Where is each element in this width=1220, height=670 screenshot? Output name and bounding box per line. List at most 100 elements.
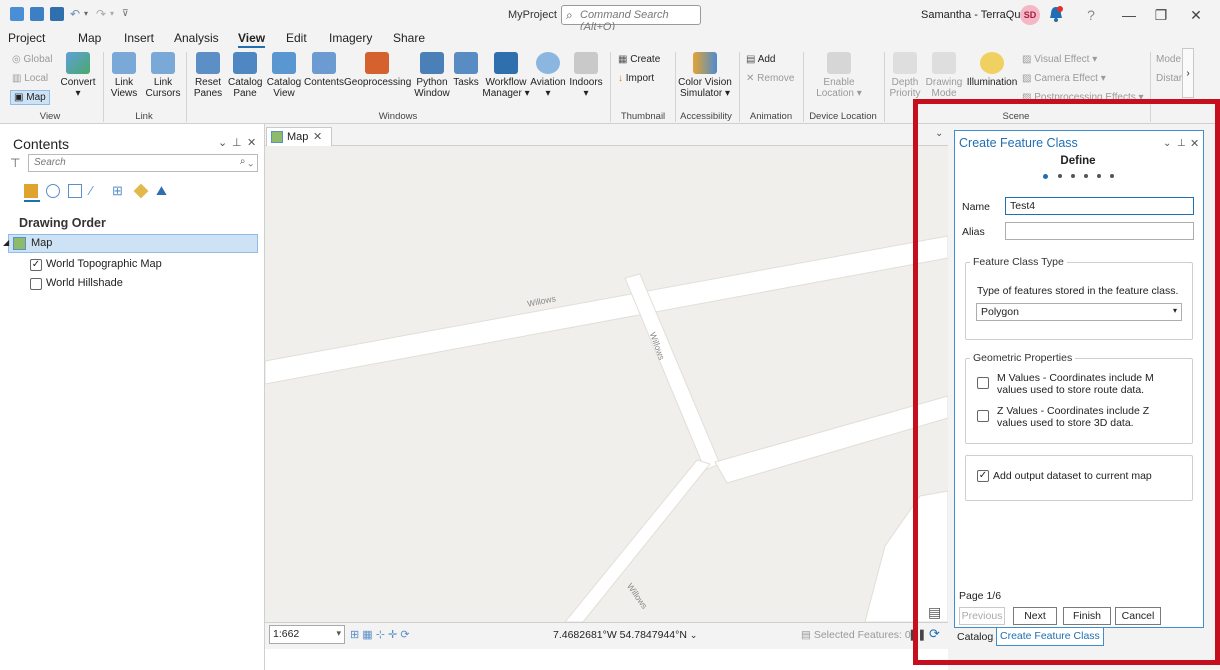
layer-visibility-checkbox[interactable]: ✓	[30, 259, 42, 271]
undo-icon[interactable]: ↶	[70, 7, 80, 21]
camera-effect-icon: ▨	[1022, 73, 1032, 84]
map-canvas[interactable]: Willows Willows Willows	[265, 146, 948, 622]
list-by-perspective-icon[interactable]: ⛰	[156, 184, 170, 198]
import-thumbnail-button[interactable]: ↓ Import	[618, 73, 654, 84]
selected-features-status[interactable]: ▤ Selected Features: 0	[801, 629, 911, 641]
new-project-icon[interactable]	[10, 7, 24, 21]
tab-map[interactable]: Map	[78, 31, 101, 45]
collapse-icon[interactable]: ◢	[3, 238, 9, 247]
user-name[interactable]: Samantha - TerraQuest	[921, 9, 1035, 21]
list-by-editing-icon[interactable]: ⁄	[90, 184, 104, 198]
tab-project[interactable]: Project	[8, 31, 45, 45]
list-by-drawing-order-icon[interactable]	[24, 184, 38, 198]
globe-icon: ◎	[12, 54, 21, 65]
convert-button[interactable]: Convert ▾	[58, 52, 98, 99]
mode-button[interactable]: Mode	[1156, 54, 1181, 65]
table-icon[interactable]: ▦	[362, 629, 372, 641]
group-label-animation: Animation	[749, 111, 793, 122]
layer-visibility-checkbox[interactable]	[30, 278, 42, 290]
filter-icon[interactable]: ⊤	[10, 156, 20, 170]
local-scene-icon: ▥	[12, 73, 22, 84]
tab-analysis[interactable]: Analysis	[174, 31, 219, 45]
coordinate-readout[interactable]: 7.4682681°W 54.7847944°N ⌄	[553, 629, 697, 641]
map-view-button[interactable]: ▣ Map	[10, 90, 50, 105]
tab-insert[interactable]: Insert	[124, 31, 154, 45]
save-project-icon[interactable]	[50, 7, 64, 21]
tab-edit[interactable]: Edit	[286, 31, 307, 45]
ribbon-scroll-right[interactable]: ›	[1182, 48, 1194, 98]
list-by-selection-icon[interactable]	[68, 184, 82, 198]
redo-dropdown-icon[interactable]: ▾	[110, 9, 114, 18]
open-project-icon[interactable]	[30, 7, 44, 21]
depth-priority-button[interactable]: Depth Priority	[888, 52, 922, 99]
pane-options-icon[interactable]: ⌄	[218, 136, 227, 149]
highlight-frame	[913, 99, 1220, 665]
link-views-button[interactable]: Link Views	[106, 52, 142, 99]
catalog-pane-button[interactable]: Catalog Pane	[228, 52, 262, 99]
list-by-source-icon[interactable]	[46, 184, 60, 198]
close-pane-icon[interactable]: ✕	[247, 136, 256, 149]
avatar[interactable]: SD	[1020, 5, 1040, 25]
remove-animation-button[interactable]: ✕ Remove	[746, 73, 794, 84]
list-by-snapping-icon[interactable]: ⊞	[112, 184, 126, 198]
minimize-button[interactable]: —	[1118, 5, 1140, 25]
crosshair-icon[interactable]: ✛	[388, 629, 397, 641]
list-by-labeling-icon[interactable]	[133, 183, 149, 199]
geoprocessing-button[interactable]: Geoprocessing	[344, 52, 412, 88]
illumination-button[interactable]: Illumination	[964, 52, 1020, 88]
python-window-button[interactable]: Python Window	[412, 52, 452, 99]
global-button[interactable]: ◎ Global	[12, 54, 52, 65]
add-animation-button[interactable]: ▤ Add	[746, 54, 775, 65]
undo-dropdown-icon[interactable]: ▾	[84, 9, 88, 18]
enable-location-button[interactable]: Enable Location ▾	[814, 52, 864, 99]
tab-share[interactable]: Share	[393, 31, 425, 45]
catalog-view-button[interactable]: Catalog View	[264, 52, 304, 99]
tab-imagery[interactable]: Imagery	[329, 31, 372, 45]
link-cursors-button[interactable]: Link Cursors	[144, 52, 182, 99]
illumination-label: Illumination	[966, 77, 1018, 88]
tasks-button[interactable]: Tasks	[452, 52, 480, 88]
command-search-input[interactable]: ⌕ Command Search (Alt+Q)	[561, 5, 701, 33]
geoprocessing-label: Geoprocessing	[344, 77, 412, 88]
contents-search-placeholder: Search	[34, 157, 66, 168]
customize-toolbar-icon[interactable]: ⊽	[122, 8, 129, 19]
aviation-button[interactable]: Aviation ▾	[530, 52, 566, 99]
help-icon[interactable]: ?	[1080, 5, 1102, 25]
contents-search-input[interactable]: Search ⌕ ⌄	[28, 154, 258, 172]
camera-effect-button[interactable]: ▨ Camera Effect ▾	[1022, 73, 1106, 84]
group-separator	[884, 52, 885, 122]
visual-effect-label: Visual Effect	[1034, 54, 1090, 65]
redo-icon[interactable]: ↷	[96, 7, 106, 21]
contents-button[interactable]: Contents	[304, 52, 344, 88]
group-separator	[186, 52, 187, 122]
reset-panes-button[interactable]: Reset Panes	[190, 52, 226, 99]
close-button[interactable]: ✕	[1185, 5, 1207, 25]
aviation-icon	[536, 52, 560, 74]
local-button[interactable]: ▥ Local	[12, 73, 48, 84]
map-document-tab[interactable]: Map ✕	[266, 127, 332, 146]
pin-icon[interactable]: ⊥	[232, 136, 242, 149]
aviation-label: Aviation	[530, 77, 566, 88]
drawing-mode-button[interactable]: Drawing Mode	[924, 52, 964, 99]
depth-priority-icon	[893, 52, 917, 74]
group-separator	[610, 52, 611, 122]
sun-icon	[980, 52, 1004, 74]
color-vision-simulator-button[interactable]: Color Vision Simulator ▾	[677, 52, 733, 99]
close-tab-icon[interactable]: ✕	[313, 130, 322, 143]
distance-button[interactable]: Distar	[1156, 73, 1182, 84]
restore-button[interactable]: ❐	[1150, 5, 1172, 25]
indoors-button[interactable]: Indoors ▾	[566, 52, 606, 99]
visual-effect-button[interactable]: ▨ Visual Effect ▾	[1022, 54, 1097, 65]
grid-icon[interactable]: ⊞	[350, 629, 359, 641]
remove-label: Remove	[757, 73, 795, 84]
snapping-icon[interactable]: ⊹	[376, 629, 385, 641]
tab-view[interactable]: View	[238, 31, 266, 48]
scale-selector[interactable]: 1:662 ▾	[269, 625, 345, 644]
map-layer-row[interactable]: ◢ Map	[3, 234, 258, 253]
active-view-indicator	[24, 200, 40, 202]
notifications-icon[interactable]	[1048, 5, 1064, 23]
search-icon: ⌕	[566, 8, 573, 22]
refresh-icon[interactable]: ⟳	[400, 629, 409, 641]
create-thumbnail-button[interactable]: ▦ Create	[618, 54, 660, 65]
workflow-manager-button[interactable]: Workflow Manager ▾	[482, 52, 530, 99]
